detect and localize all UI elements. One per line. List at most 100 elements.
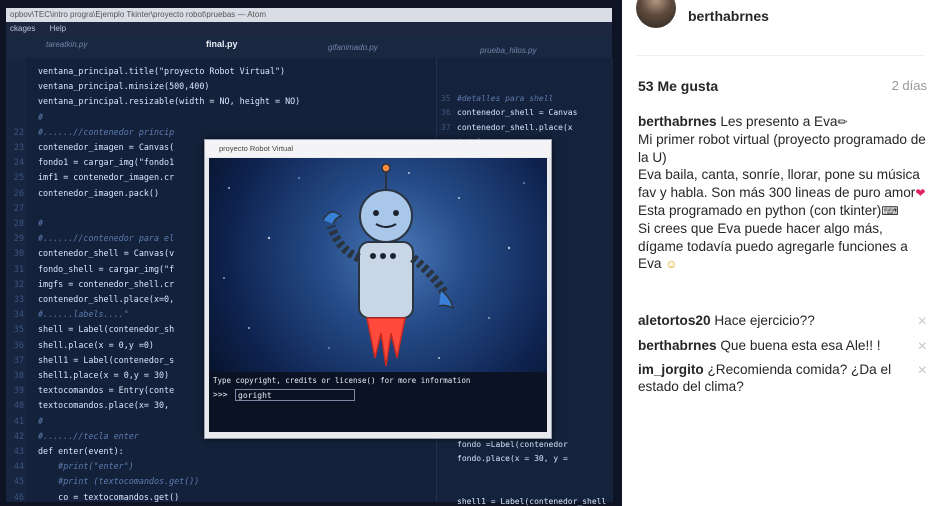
code-text: contenedor_imagen.pack()	[38, 187, 160, 198]
code-line: fondo =Label(contenedor	[441, 438, 568, 452]
line-number: 32	[13, 278, 24, 289]
pencil-icon: ✏	[837, 115, 848, 129]
post-caption: berthabrnes Les presento a Eva✏ Mi prime…	[638, 113, 930, 274]
post-time[interactable]: 2 días	[892, 78, 927, 93]
tab-final: final.py	[206, 39, 238, 49]
caption-author[interactable]: berthabrnes	[638, 114, 717, 129]
line-number: 44	[13, 461, 24, 472]
line-number: 29	[13, 233, 24, 244]
code-text: fondo1 = cargar_img("fondo1	[38, 157, 175, 168]
line-number: 36	[13, 339, 24, 350]
code-text: imgfs = contenedor_shell.cr	[38, 278, 175, 289]
code-text: #......//tecla enter	[38, 430, 139, 441]
line-number: 35	[441, 94, 451, 103]
line-number: 26	[13, 187, 24, 198]
post-author[interactable]: berthabrnes	[688, 8, 769, 24]
comment-3-author[interactable]: im_jorgito	[638, 362, 704, 377]
close-icon[interactable]: ×	[918, 313, 927, 330]
line-number: 28	[13, 218, 24, 228]
code-text: #detalles para shell	[457, 94, 554, 103]
code-text: shell = Label(contenedor_sh	[38, 324, 175, 335]
caption-line-4: Esta programado en python (con tkinter)	[638, 203, 882, 219]
line-number: 33	[13, 294, 24, 304]
like-count[interactable]: 53 Me gusta	[638, 78, 718, 94]
menu-packages: ckages	[10, 24, 36, 33]
command-entry: goright	[235, 389, 355, 401]
line-number: 31	[13, 263, 24, 274]
code-text: contenedor_imagen = Canvas(	[38, 142, 175, 152]
code-line: ventana_principal.title("proyecto Robot …	[6, 64, 436, 78]
shell-banner: Type copyright, credits or license() for…	[213, 376, 471, 385]
line-number: 25	[13, 172, 24, 183]
keyboard-icon: ⌨	[881, 204, 899, 219]
line-number: 37	[441, 122, 451, 132]
close-icon[interactable]: ×	[918, 338, 927, 355]
line-number: 43	[13, 446, 24, 456]
header-divider	[636, 55, 925, 56]
code-text: #......//contenedor princip	[38, 126, 175, 137]
editor-tabbar: tareatkin.py final.py gifanimado.py prue…	[6, 36, 612, 58]
code-text: fondo_shell = cargar_img("f	[38, 263, 175, 274]
code-text: textocomandos.place(x= 30,	[38, 400, 170, 411]
grin-icon: ☺	[665, 257, 678, 272]
code-line: shell1 = Label(contenedor_shell	[441, 495, 606, 506]
tk-shell: Type copyright, credits or license() for…	[209, 372, 547, 432]
line-number: 30	[13, 248, 24, 259]
code-text: contenedor_shell = Canvas(v	[38, 248, 175, 259]
tk-window-title: proyecto Robot Virtual	[219, 144, 294, 153]
heart-icon: ❤	[915, 185, 926, 200]
shell-prompt: >>>	[213, 390, 228, 399]
line-number: 38	[13, 370, 24, 380]
comment-1-text: Hace ejercicio??	[714, 313, 815, 328]
code-text: ventana_principal.title("proyecto Robot …	[38, 66, 286, 76]
line-number: 40	[13, 400, 24, 411]
caption-line-3: Eva baila, canta, sonríe, llorar, pone s…	[638, 167, 920, 200]
code-line: 43 def enter(event):	[6, 444, 436, 458]
code-line: #	[6, 110, 436, 124]
code-line: 46 co = textocomandos.get()	[6, 490, 436, 504]
code-line: fondo.place(x = 30, y =	[441, 452, 568, 466]
line-number: 27	[13, 202, 24, 213]
robot-illustration	[223, 163, 525, 367]
line-number: 39	[13, 385, 24, 396]
code-line: 44 #print("enter")	[6, 459, 436, 473]
code-text: #	[38, 415, 44, 426]
code-line: 36 contenedor_shell = Canvas	[441, 106, 577, 120]
post-sidebar: berthabrnes 53 Me gusta 2 días berthabrn…	[622, 0, 935, 506]
code-text: ventana_principal.resizable(width = NO, …	[38, 96, 301, 107]
editor-titlebar: opbov\TEC\intro progra\Ejemplo Tkinter\p…	[6, 8, 612, 22]
code-text: shell1.place(x = 0,y = 30)	[38, 370, 170, 380]
code-line: ventana_principal.resizable(width = NO, …	[6, 94, 436, 108]
code-line: 35 #detalles para shell	[441, 92, 553, 106]
avatar[interactable]	[636, 0, 676, 28]
comment-2: berthabrnes Que buena esta esa Ale!! !	[638, 337, 912, 354]
tab-gifanimado: gifanimado.py	[328, 43, 378, 52]
comment-1: aletortos20 Hace ejercicio??	[638, 312, 912, 329]
code-text: shell1 = Label(contenedor_shell	[457, 497, 607, 506]
code-text: def enter(event):	[38, 446, 124, 456]
code-text: contenedor_shell.place(x	[457, 122, 573, 132]
code-text: imf1 = contenedor_imagen.cr	[38, 172, 175, 183]
tab-prueba-hilos: prueba_hilos.py	[480, 46, 537, 55]
tab-tareatkin: tareatkin.py	[46, 40, 88, 49]
code-text: fondo.place(x = 30, y =	[457, 454, 568, 463]
code-text: contenedor_shell.place(x=0,	[38, 294, 175, 304]
comment-3: im_jorgito ¿Recomienda comida? ¿Da el es…	[638, 361, 912, 396]
line-number: 35	[13, 324, 24, 335]
line-number: 41	[13, 415, 24, 426]
line-number: 45	[13, 476, 24, 487]
code-text: #print("enter")	[38, 461, 134, 472]
tk-window-titlebar: proyecto Robot Virtual	[205, 140, 551, 157]
code-text: ventana_principal.minsize(500,400)	[38, 81, 210, 92]
code-text: fondo =Label(contenedor	[457, 439, 568, 449]
code-text: #	[38, 218, 44, 228]
comment-1-author[interactable]: aletortos20	[638, 313, 711, 328]
close-icon[interactable]: ×	[918, 362, 927, 379]
comment-2-author[interactable]: berthabrnes	[638, 338, 717, 353]
line-number: 46	[13, 491, 24, 502]
line-number: 36	[441, 108, 451, 118]
code-text: #print (textocomandos.get())	[38, 476, 200, 487]
code-text: contenedor_shell = Canvas	[457, 108, 578, 118]
